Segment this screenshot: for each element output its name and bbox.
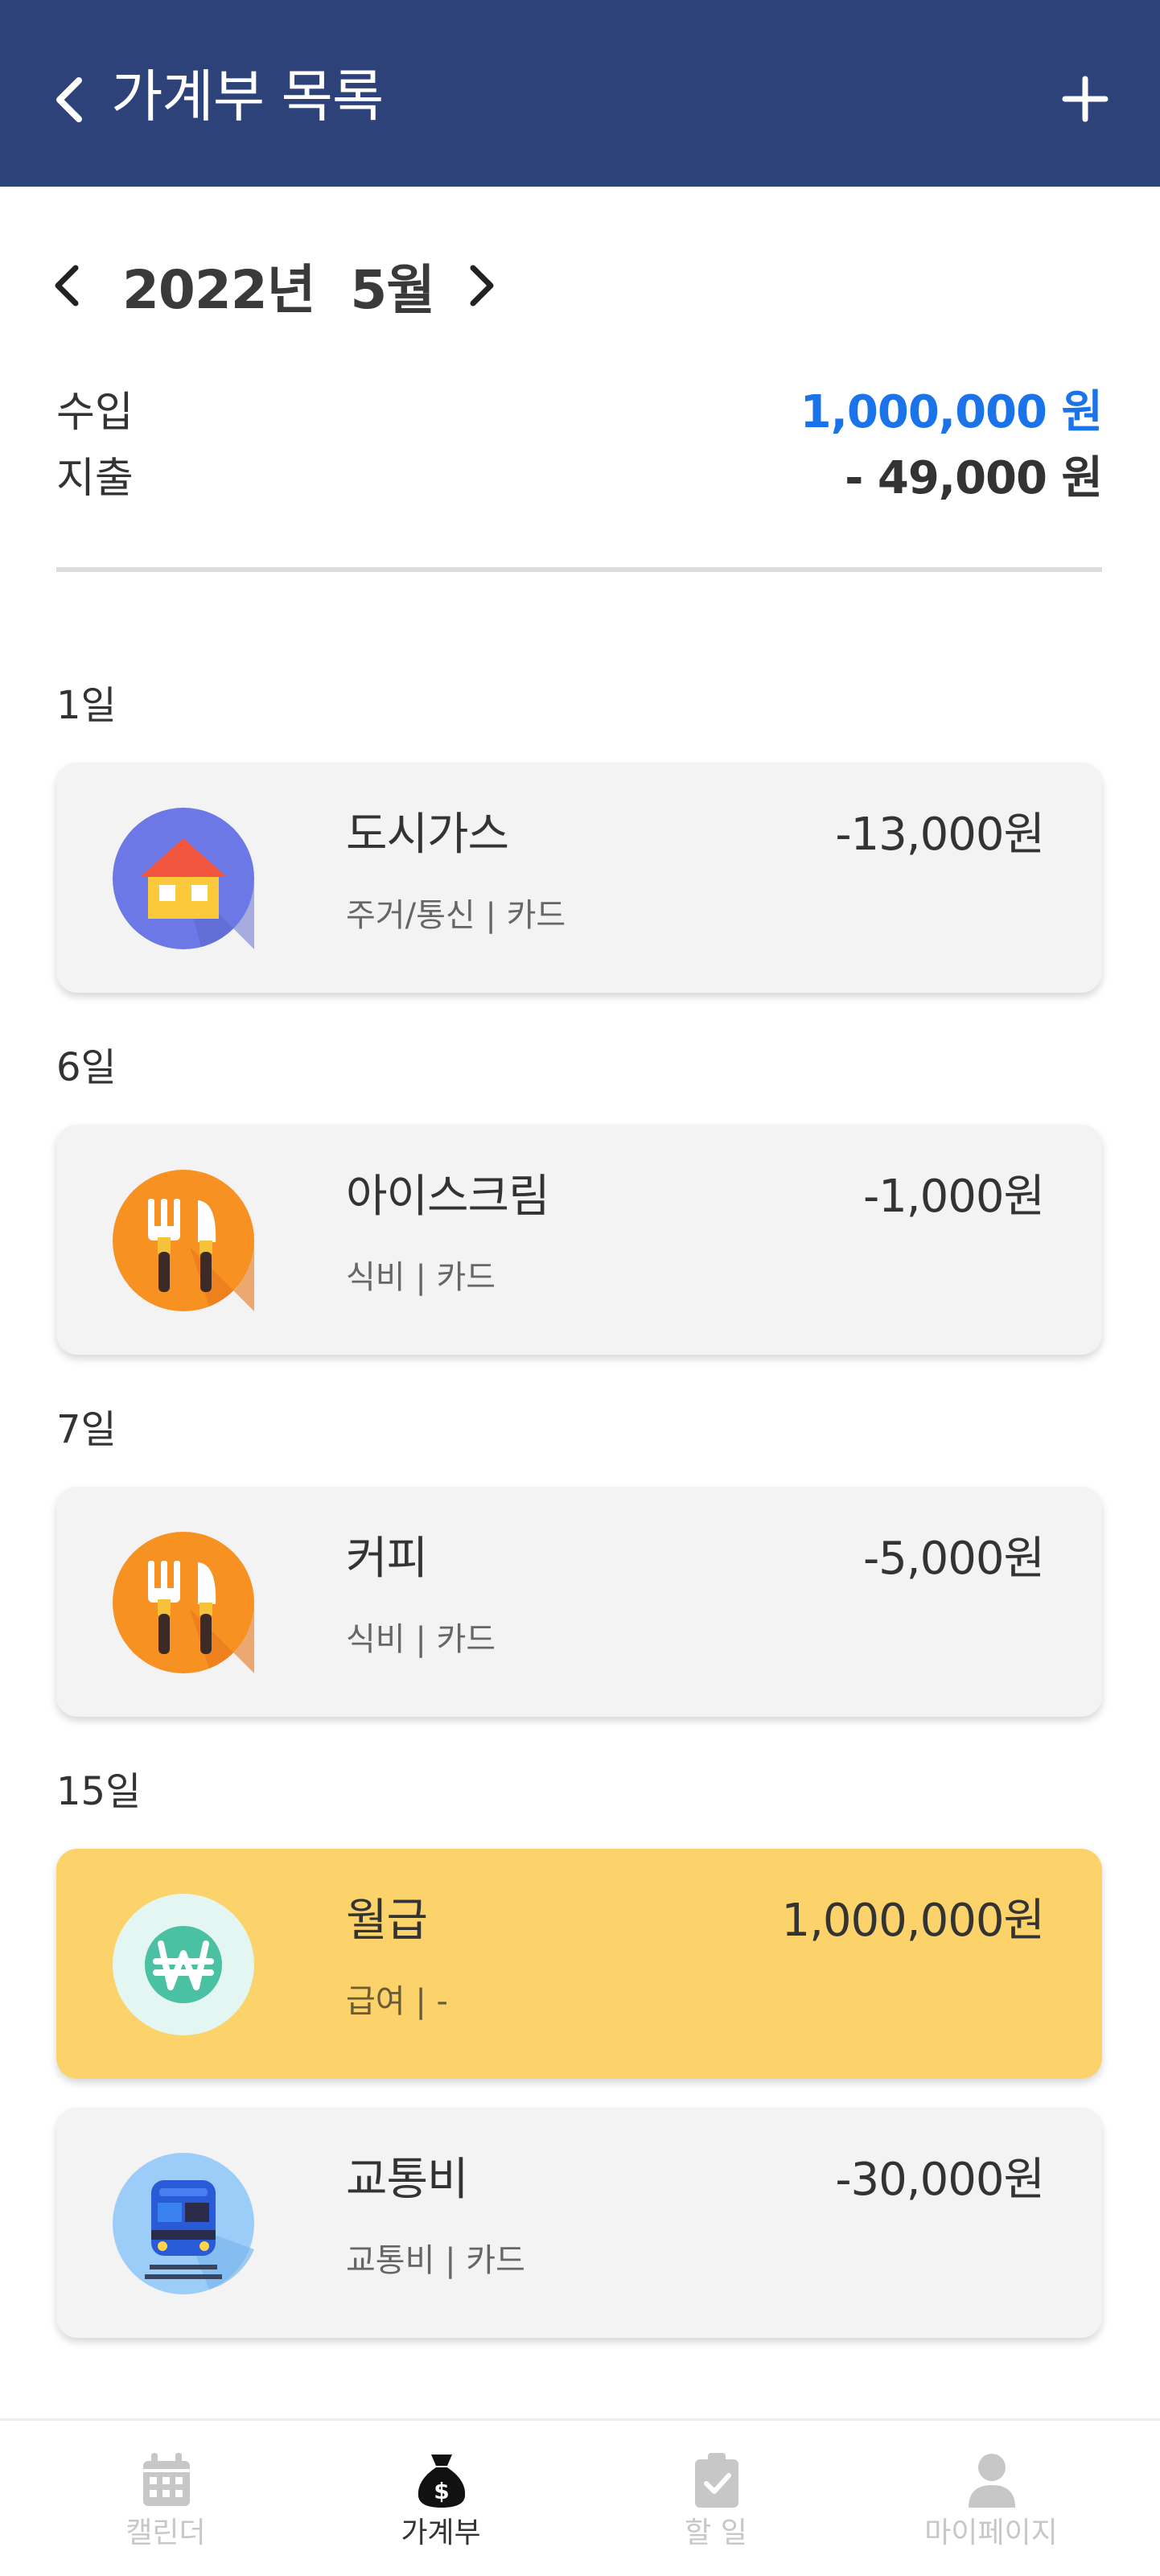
fork-knife-icon [113, 1532, 254, 1673]
fork-knife-icon [113, 1170, 254, 1311]
app-header: 가계부 목록 [0, 0, 1160, 187]
day-header: 6일 [56, 1045, 117, 1090]
entry-category: 식비 | 카드 [346, 1621, 496, 1658]
entry-amount: -1,000원 [862, 1171, 1045, 1223]
entry-amount: -13,000원 [835, 809, 1045, 861]
entry-category: 교통비 | 카드 [346, 2242, 525, 2279]
entry-name: 커피 [346, 1533, 428, 1585]
day-header: 7일 [56, 1407, 117, 1452]
ledger-entry[interactable]: 월급 급여 | - 1,000,000원 [56, 1849, 1102, 2079]
tab-ledger[interactable]: $ 가계부 [296, 2421, 586, 2576]
day-header: 1일 [56, 683, 117, 728]
tab-label: 마이페이지 [924, 2516, 1058, 2549]
income-summary: 수입 1,000,000 원 [56, 380, 1103, 446]
prev-month-button[interactable] [50, 260, 85, 311]
plus-icon[interactable] [1060, 74, 1110, 124]
tab-calendar[interactable]: 캘린더 [21, 2421, 311, 2576]
money-bag-icon: $ [418, 2455, 466, 2508]
clipboard-check-icon [695, 2453, 738, 2508]
tab-label: 할 일 [685, 2516, 747, 2549]
entry-amount: -5,000원 [862, 1533, 1045, 1585]
entry-name: 아이스크림 [346, 1171, 550, 1223]
svg-text:$: $ [434, 2478, 449, 2504]
train-icon [113, 2153, 254, 2294]
ledger-entry[interactable]: 아이스크림 식비 | 카드 -1,000원 [56, 1125, 1102, 1355]
entry-amount: -30,000원 [835, 2154, 1045, 2206]
entry-name: 도시가스 [346, 809, 509, 861]
next-month-button[interactable] [463, 260, 499, 311]
page-title: 가계부 목록 [111, 64, 384, 130]
expense-label: 지출 [56, 455, 134, 503]
current-month: 2022년 5월 [122, 259, 435, 321]
bottom-navigation: 캘린더 $ 가계부 할 일 마이페이지 [0, 2418, 1160, 2576]
month-navigator: 2022년 5월 [50, 241, 499, 330]
chevron-left-icon[interactable] [50, 74, 88, 126]
won-coin-icon [113, 1894, 254, 2035]
day-header: 15일 [56, 1769, 142, 1814]
entry-name: 교통비 [346, 2154, 469, 2206]
ledger-entry[interactable]: 교통비 교통비 | 카드 -30,000원 [56, 2108, 1102, 2338]
income-value: 1,000,000 원 [800, 386, 1103, 438]
entry-amount: 1,000,000원 [781, 1895, 1045, 1947]
expense-value: - 49,000 원 [845, 452, 1103, 504]
expense-summary: 지출 - 49,000 원 [56, 446, 1103, 512]
entry-name: 월급 [346, 1895, 428, 1947]
person-icon [969, 2454, 1015, 2508]
entry-category: 식비 | 카드 [346, 1259, 496, 1296]
divider [56, 567, 1102, 572]
calendar-icon [143, 2453, 190, 2506]
ledger-entry[interactable]: 도시가스 주거/통신 | 카드 -13,000원 [56, 763, 1102, 993]
tab-todo[interactable]: 할 일 [571, 2421, 861, 2576]
income-label: 수입 [56, 389, 134, 437]
entry-category: 급여 | - [346, 1983, 448, 2020]
house-icon [113, 808, 254, 949]
ledger-entry[interactable]: 커피 식비 | 카드 -5,000원 [56, 1487, 1102, 1717]
entry-category: 주거/통신 | 카드 [346, 897, 566, 934]
tab-label: 가계부 [401, 2516, 481, 2549]
tab-mypage[interactable]: 마이페이지 [846, 2421, 1136, 2576]
tab-label: 캘린더 [125, 2516, 206, 2549]
